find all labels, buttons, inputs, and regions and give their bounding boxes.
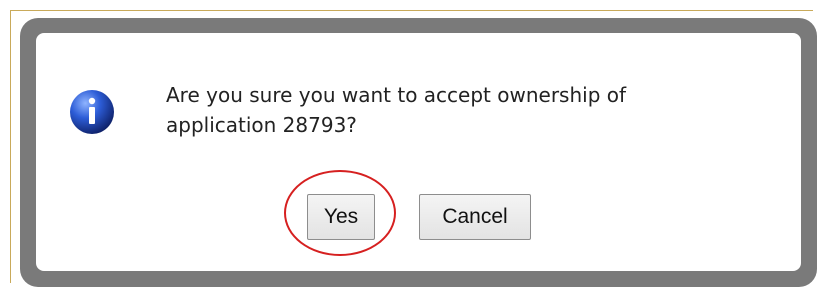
info-icon [70,90,114,134]
dialog-message: Are you sure you want to accept ownershi… [166,80,726,140]
cancel-button[interactable]: Cancel [419,194,531,240]
yes-button[interactable]: Yes [307,194,375,240]
dialog-message-line-1: Are you sure you want to accept ownershi… [166,83,627,107]
dialog-message-line-2: application 28793? [166,113,357,137]
